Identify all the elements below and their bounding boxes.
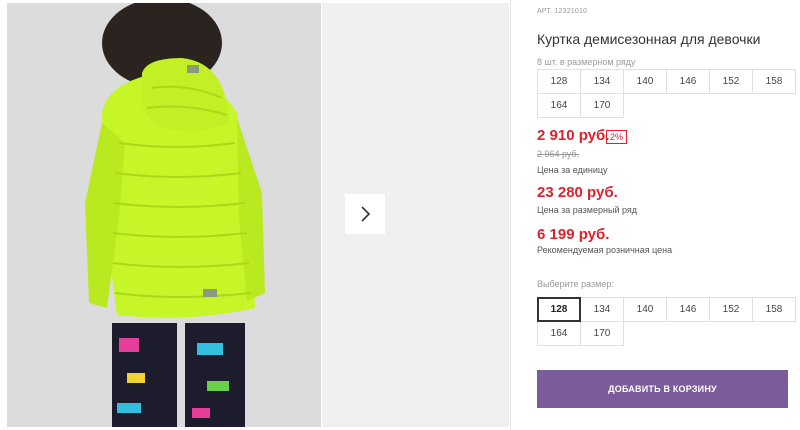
size-option[interactable]: 146 [666,297,710,322]
product-info: АРТ. 12321010 Куртка демисезонная для де… [537,0,800,430]
jacket-illustration [7,3,321,427]
pack-size-cell: 152 [709,69,753,94]
pack-size-cell: 134 [580,69,624,94]
unit-price: 2 910 руб. [537,127,610,144]
size-option-selected[interactable]: 128 [537,297,581,322]
rrp-label: Рекомендуемая розничная цена [537,245,673,255]
unit-price-label: Цена за единицу [537,165,608,175]
row-price: 23 280 руб. [537,184,618,201]
article-number: АРТ. 12321010 [537,8,588,15]
column-divider [510,0,511,430]
size-selector: 128 134 140 146 152 158 164 170 [537,297,796,346]
chevron-right-icon [361,206,371,222]
pack-size-grid: 128 134 140 146 152 158 164 170 [537,69,796,118]
size-option[interactable]: 164 [537,321,581,346]
pack-size-cell: 158 [752,69,796,94]
pack-size-cell: 164 [537,93,581,118]
row-price-label: Цена за размерный ряд [537,205,638,215]
pack-size-cell: 146 [666,69,710,94]
size-option[interactable]: 134 [580,297,624,322]
rrp-price: 6 199 руб. [537,226,610,243]
choose-size-label: Выберите размер: [537,279,614,289]
pack-note: 8 шт. в размерном ряду [537,57,636,67]
size-option[interactable]: 152 [709,297,753,322]
pack-size-cell: 140 [623,69,667,94]
product-title: Куртка демисезонная для девочки [537,31,761,47]
next-slide-button[interactable] [345,194,385,234]
size-option[interactable]: 158 [752,297,796,322]
pack-size-cell: 128 [537,69,581,94]
size-option[interactable]: 170 [580,321,624,346]
pack-size-cell: 170 [580,93,624,118]
product-gallery [0,0,510,430]
product-photo[interactable] [7,3,321,427]
old-price: 2 964 руб. [537,149,580,159]
size-option[interactable]: 140 [623,297,667,322]
add-to-cart-button[interactable]: ДОБАВИТЬ В КОРЗИНУ [537,370,788,408]
discount-badge: 2% [606,130,628,144]
